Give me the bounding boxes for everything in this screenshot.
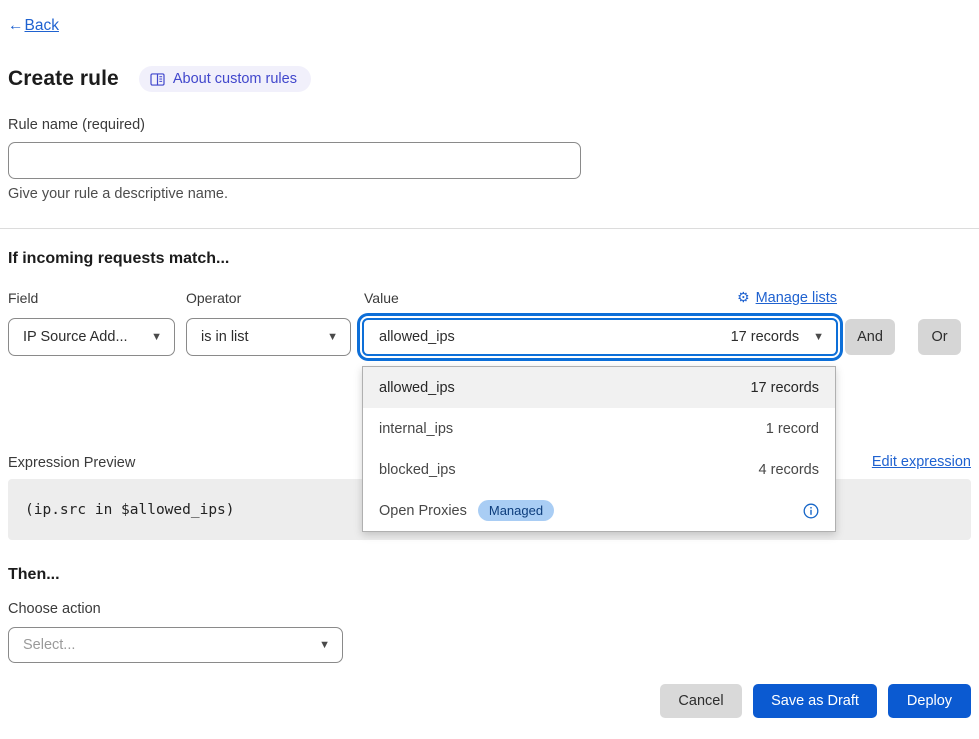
save-as-draft-button[interactable]: Save as Draft [753, 684, 877, 718]
back-link[interactable]: ←Back [8, 17, 59, 35]
value-label: Value [364, 290, 399, 306]
list-item-count: 4 records [759, 462, 819, 478]
list-item-name: internal_ips [379, 421, 453, 437]
list-item-count: 1 record [766, 421, 819, 437]
operator-label: Operator [186, 290, 241, 306]
chevron-down-icon: ▼ [327, 332, 338, 343]
value-select-count: 17 records [731, 329, 800, 345]
back-arrow-icon: ← [8, 17, 24, 34]
match-section-heading: If incoming requests match... [8, 250, 229, 268]
or-button[interactable]: Or [918, 319, 961, 355]
list-item-allowed-ips[interactable]: allowed_ips 17 records [363, 367, 835, 408]
operator-select[interactable]: is in list ▼ [186, 318, 351, 356]
value-dropdown-menu: allowed_ips 17 records internal_ips 1 re… [362, 366, 836, 532]
about-badge-label: About custom rules [173, 71, 297, 87]
field-select-value: IP Source Add... [23, 329, 128, 345]
field-select[interactable]: IP Source Add... ▼ [8, 318, 175, 356]
manage-lists-link[interactable]: ⚙ Manage lists [737, 289, 837, 306]
list-item-blocked-ips[interactable]: blocked_ips 4 records [363, 449, 835, 490]
rule-name-helper: Give your rule a descriptive name. [8, 186, 228, 202]
list-item-count: 17 records [750, 380, 819, 396]
list-item-name: blocked_ips [379, 462, 456, 478]
section-divider [0, 228, 979, 229]
list-item-open-proxies[interactable]: Open Proxies Managed [363, 490, 835, 531]
rule-name-input[interactable] [8, 142, 581, 179]
cancel-button[interactable]: Cancel [660, 684, 742, 718]
rule-name-label: Rule name (required) [8, 117, 145, 133]
edit-expression-label: Edit expression [872, 454, 971, 470]
managed-badge: Managed [478, 500, 554, 521]
field-label: Field [8, 290, 38, 306]
book-icon [150, 73, 165, 86]
gear-icon: ⚙ [737, 289, 750, 306]
create-rule-page: ←Back Create rule About custom rules Rul… [0, 0, 979, 739]
about-custom-rules-badge[interactable]: About custom rules [139, 66, 311, 92]
operator-select-value: is in list [201, 329, 249, 345]
and-button[interactable]: And [845, 319, 895, 355]
edit-expression-link[interactable]: Edit expression [872, 454, 971, 470]
then-section-heading: Then... [8, 566, 60, 584]
deploy-button[interactable]: Deploy [888, 684, 971, 718]
expression-preview-label: Expression Preview [8, 455, 135, 471]
choose-action-label: Choose action [8, 601, 101, 617]
value-select[interactable]: allowed_ips 17 records ▼ [362, 318, 838, 356]
list-item-internal-ips[interactable]: internal_ips 1 record [363, 408, 835, 449]
chevron-down-icon: ▼ [813, 332, 824, 343]
expression-code: (ip.src in $allowed_ips) [25, 502, 235, 518]
action-select-placeholder: Select... [23, 637, 75, 653]
chevron-down-icon: ▼ [319, 640, 330, 651]
page-title: Create rule [8, 67, 119, 91]
list-item-name: Open Proxies [379, 503, 467, 519]
list-item-name: allowed_ips [379, 380, 455, 396]
title-row: Create rule About custom rules [8, 66, 311, 92]
manage-lists-label: Manage lists [756, 290, 837, 306]
action-select[interactable]: Select... ▼ [8, 627, 343, 663]
chevron-down-icon: ▼ [151, 332, 162, 343]
value-select-name: allowed_ips [379, 329, 455, 345]
back-link-label: Back [25, 17, 59, 34]
info-icon[interactable] [803, 503, 819, 519]
